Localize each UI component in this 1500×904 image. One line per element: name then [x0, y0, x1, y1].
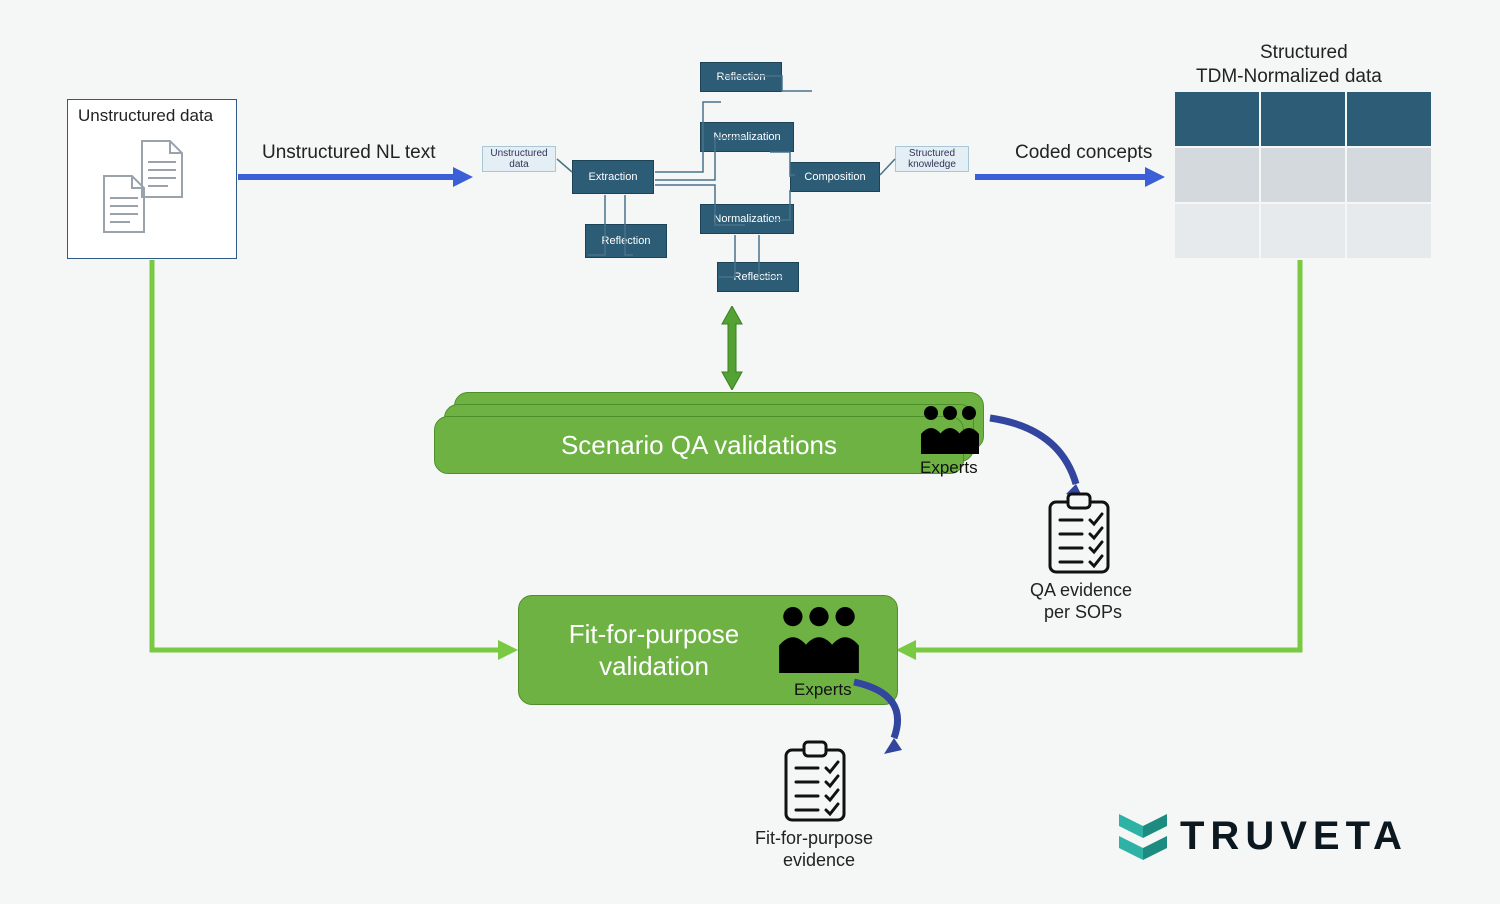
grid-cell	[1175, 204, 1259, 258]
fit-experts-label: Experts	[794, 680, 852, 700]
diagram-stage: Unstructured data Unstructured NL text U…	[0, 0, 1500, 904]
source-box-title: Unstructured data	[78, 106, 213, 126]
blue-arrow-2	[975, 165, 1165, 189]
green-double-arrow	[718, 306, 746, 390]
grid-cell	[1261, 92, 1345, 146]
grid-title-1: Structured	[1260, 42, 1348, 64]
grid-cell	[1175, 148, 1259, 202]
grid-cell	[1347, 92, 1431, 146]
grid-cell	[1261, 204, 1345, 258]
grid-cell	[1347, 204, 1431, 258]
grid-cell	[1347, 148, 1431, 202]
arrow2-label: Coded concepts	[1015, 142, 1152, 164]
experts-icon-fit	[775, 604, 863, 676]
brand-logo-icon	[1115, 808, 1171, 870]
grid-title-2: TDM-Normalized data	[1196, 66, 1382, 88]
grid-cell	[1261, 148, 1345, 202]
fit-box-line1: Fit-for-purpose	[569, 618, 740, 651]
curved-arrow-2	[848, 676, 948, 756]
blue-arrow-1	[238, 165, 473, 189]
fit-box-line2: validation	[599, 650, 709, 683]
fit-evidence-line1: Fit-for-purpose	[755, 828, 873, 849]
brand-name: TRUVETA	[1180, 814, 1408, 859]
document-icon	[94, 136, 214, 248]
grid-cell	[1175, 92, 1259, 146]
fit-evidence-line2: evidence	[783, 850, 855, 871]
source-box: Unstructured data	[67, 99, 237, 259]
green-elbow-right	[890, 260, 1310, 680]
arrow1-label: Unstructured NL text	[262, 142, 436, 164]
green-elbow-left	[144, 260, 524, 680]
clipboard-icon-fit	[780, 740, 850, 824]
